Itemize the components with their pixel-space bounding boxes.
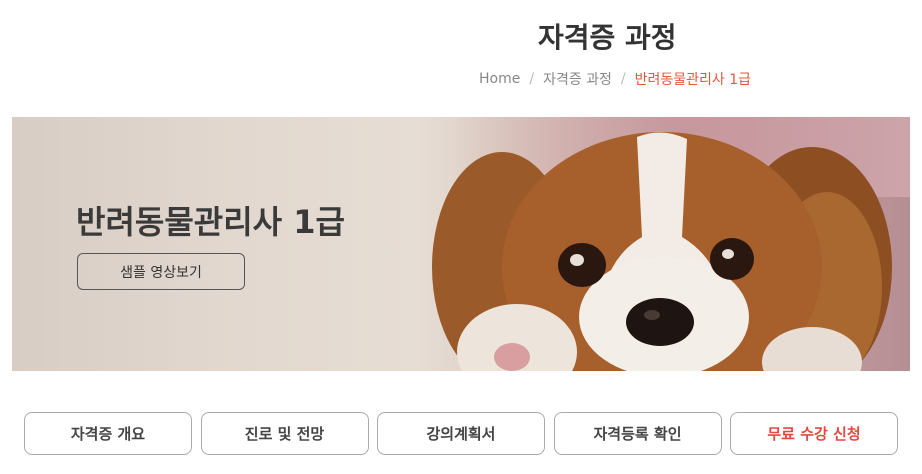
breadcrumb-current: 반려동물관리사 1급 <box>634 72 752 88</box>
tab-certificate-overview[interactable]: 자격증 개요 <box>24 412 192 455</box>
breadcrumb-separator: / <box>620 71 626 87</box>
banner-course-title: 반려동물관리사 1급 <box>76 203 345 241</box>
tab-registration-check[interactable]: 자격등록 확인 <box>553 412 722 455</box>
course-tabs: 자격증 개요 진로 및 전망 강의계획서 자격등록 확인 무료 수강 신청 <box>24 412 898 455</box>
breadcrumb: Home / 자격증 과정 / 반려동물관리사 1급 <box>479 69 751 89</box>
tab-syllabus[interactable]: 강의계획서 <box>377 412 545 455</box>
puppy-image <box>432 132 892 371</box>
breadcrumb-category-link[interactable]: 자격증 과정 <box>543 69 612 89</box>
page-title: 자격증 과정 <box>538 21 677 54</box>
tab-career-outlook[interactable]: 진로 및 전망 <box>200 412 369 455</box>
sample-video-button[interactable]: 샘플 영상보기 <box>77 253 245 290</box>
breadcrumb-home-link[interactable]: Home <box>479 71 520 87</box>
course-banner: 반려동물관리사 1급 샘플 영상보기 <box>12 117 910 371</box>
breadcrumb-separator: / <box>529 71 535 87</box>
tab-free-trial-signup[interactable]: 무료 수강 신청 <box>730 412 898 455</box>
